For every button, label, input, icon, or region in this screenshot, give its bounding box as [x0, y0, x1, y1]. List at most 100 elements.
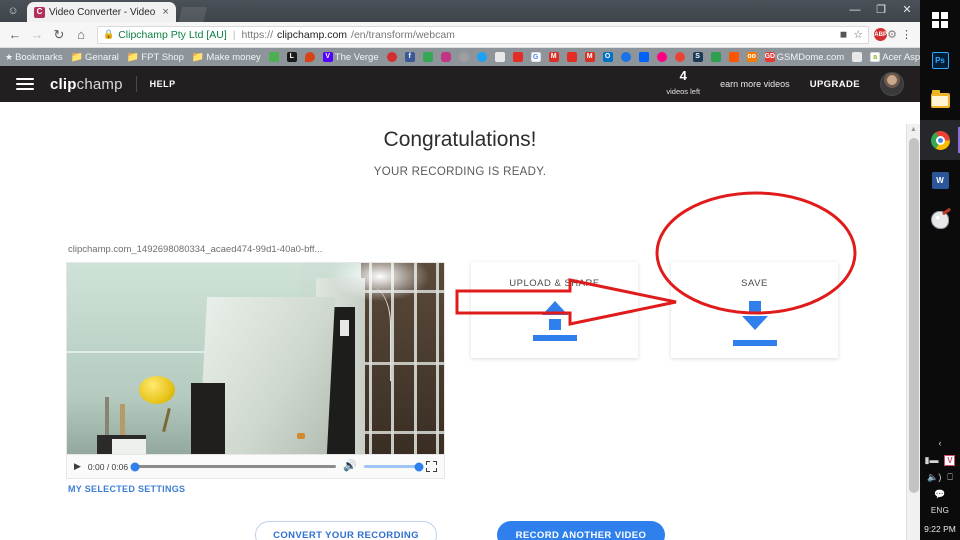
- bookmark-item[interactable]: 📁 Genaral: [69, 52, 121, 63]
- bookmark-item[interactable]: [727, 52, 741, 62]
- volume-slider[interactable]: [364, 462, 424, 471]
- action-center-icon[interactable]: 💬: [934, 490, 945, 499]
- volume-icon[interactable]: 🔊: [343, 461, 357, 472]
- play-icon[interactable]: ▶: [74, 462, 81, 471]
- back-icon[interactable]: ←: [4, 27, 26, 42]
- system-tray: ‹ ▮▬ V 🔈) ⎕ 💬 ENG 9:22 PM: [920, 435, 960, 540]
- battery-icon[interactable]: ▮▬: [925, 456, 939, 465]
- bookmark-item[interactable]: oo: [745, 52, 759, 62]
- video-controls: ▶ 0:00 / 0:06 🔊: [67, 454, 444, 478]
- bookmark-item[interactable]: [303, 52, 317, 62]
- address-bar[interactable]: 🔒 Clipchamp Pty Ltd [AU] | https:// clip…: [97, 25, 870, 44]
- time-display: 0:00 / 0:06: [87, 461, 129, 472]
- brand-logo[interactable]: clipchamp: [50, 76, 123, 93]
- upload-card-label: UPLOAD & SHARE: [509, 278, 600, 289]
- bookmark-item[interactable]: ★ Bookmarks: [3, 52, 65, 63]
- network-icon[interactable]: ⎕: [947, 473, 952, 482]
- new-tab-button[interactable]: [178, 7, 207, 22]
- record-another-video-button[interactable]: RECORD ANOTHER VIDEO: [497, 521, 665, 540]
- browser-tab[interactable]: C Video Converter - Video ×: [27, 2, 176, 22]
- bookmark-item[interactable]: L: [285, 52, 299, 62]
- convert-your-recording-button[interactable]: CONVERT YOUR RECORDING: [255, 521, 437, 540]
- bookmark-item[interactable]: G: [529, 52, 543, 62]
- photoshop-icon: Ps: [931, 51, 949, 69]
- language-indicator[interactable]: ENG: [920, 503, 960, 515]
- bookmark-item[interactable]: M: [583, 52, 597, 62]
- close-tab-icon[interactable]: ×: [159, 6, 171, 18]
- bookmark-item[interactable]: O: [601, 52, 615, 62]
- video-preview[interactable]: [67, 263, 444, 454]
- tab-title: Video Converter - Video: [49, 6, 156, 18]
- bookmark-item[interactable]: [421, 52, 435, 62]
- minimize-button[interactable]: —: [842, 0, 868, 20]
- forward-icon[interactable]: →: [26, 27, 48, 42]
- app-menu-icon[interactable]: ☺: [0, 0, 26, 22]
- taskbar-clock[interactable]: 9:22 PM: [920, 515, 960, 534]
- avatar[interactable]: [880, 72, 904, 96]
- bookmark-item[interactable]: V The Verge: [321, 52, 381, 63]
- bookmark-item[interactable]: [457, 52, 471, 62]
- paint-icon: [931, 211, 949, 229]
- bookmark-item[interactable]: [709, 52, 723, 62]
- bookmark-item[interactable]: f: [403, 52, 417, 62]
- home-icon[interactable]: ⌂: [70, 27, 92, 42]
- scroll-up-arrow-icon[interactable]: ▲: [907, 124, 920, 136]
- bookmark-label: Genaral: [85, 51, 119, 63]
- bookmark-item[interactable]: [673, 52, 687, 62]
- my-selected-settings-link[interactable]: MY SELECTED SETTINGS: [68, 484, 185, 494]
- start-button[interactable]: [920, 0, 960, 40]
- onedrive-icon: [620, 52, 631, 62]
- scrollbar-thumb[interactable]: [909, 138, 919, 493]
- v-app-icon[interactable]: V: [944, 455, 956, 466]
- page-scrollbar[interactable]: ▲: [906, 124, 920, 540]
- reload-icon[interactable]: ↻: [48, 27, 70, 43]
- tray-row-three: 💬: [920, 486, 960, 503]
- adblock-extension-icon[interactable]: ABP: [874, 28, 888, 41]
- folder-icon: 📁: [70, 51, 84, 63]
- earn-more-videos-link[interactable]: earn more videos: [720, 79, 790, 89]
- video-player[interactable]: ▶ 0:00 / 0:06 🔊: [67, 263, 444, 478]
- upgrade-button[interactable]: UPGRADE: [810, 79, 860, 90]
- camera-icon[interactable]: ◼: [840, 29, 847, 40]
- bookmark-item[interactable]: [439, 52, 453, 62]
- screen: ☺ C Video Converter - Video × — ❐ ✕ ← → …: [0, 0, 960, 540]
- seek-knob[interactable]: [130, 462, 140, 471]
- fullscreen-icon[interactable]: [426, 461, 437, 472]
- bookmark-item[interactable]: [850, 52, 864, 62]
- bookmark-star-icon[interactable]: ☆: [853, 28, 863, 41]
- close-window-button[interactable]: ✕: [894, 0, 920, 20]
- window-controls: — ❐ ✕: [842, 0, 920, 20]
- bookmark-item[interactable]: 📁 FPT Shop: [125, 52, 186, 63]
- help-link[interactable]: HELP: [150, 79, 176, 89]
- taskbar-item-paint[interactable]: [920, 200, 960, 240]
- hamburger-icon[interactable]: [16, 78, 34, 90]
- save-card[interactable]: SAVE: [671, 262, 838, 358]
- taskbar-item-chrome[interactable]: [920, 120, 960, 160]
- bookmark-item[interactable]: [619, 52, 633, 62]
- maximize-button[interactable]: ❐: [868, 0, 894, 20]
- bookmark-item[interactable]: M: [547, 52, 561, 62]
- seek-bar[interactable]: [130, 462, 337, 471]
- bookmark-item[interactable]: GD GSMDome.com: [763, 52, 847, 63]
- bookmark-item[interactable]: [385, 52, 399, 62]
- upload-and-share-card[interactable]: UPLOAD & SHARE: [471, 262, 638, 358]
- volume-icon[interactable]: 🔈): [927, 473, 941, 482]
- bookmark-item[interactable]: S: [691, 52, 705, 62]
- bookmark-item[interactable]: [655, 52, 669, 62]
- chrome-menu-icon[interactable]: ⋮: [897, 28, 916, 41]
- taskbar-item-word[interactable]: W: [920, 160, 960, 200]
- bookmark-item[interactable]: [267, 52, 281, 62]
- bookmark-item[interactable]: a Acer Aspire E5-575 dr: [868, 52, 920, 63]
- taskbar-item-file-explorer[interactable]: [920, 80, 960, 120]
- bookmark-item[interactable]: [637, 52, 651, 62]
- volume-knob[interactable]: [414, 462, 424, 471]
- show-hidden-icons-icon[interactable]: ‹: [939, 439, 942, 448]
- bookmark-item[interactable]: [475, 52, 489, 62]
- bookmark-item[interactable]: [565, 52, 579, 62]
- bookmark-item[interactable]: [493, 52, 507, 62]
- extension-icon[interactable]: ⚙: [887, 28, 897, 41]
- download-arrow-icon: [732, 301, 777, 346]
- bookmark-item[interactable]: [511, 52, 525, 62]
- taskbar-item-photoshop[interactable]: Ps: [920, 40, 960, 80]
- bookmark-item[interactable]: 📁 Make money: [190, 52, 263, 63]
